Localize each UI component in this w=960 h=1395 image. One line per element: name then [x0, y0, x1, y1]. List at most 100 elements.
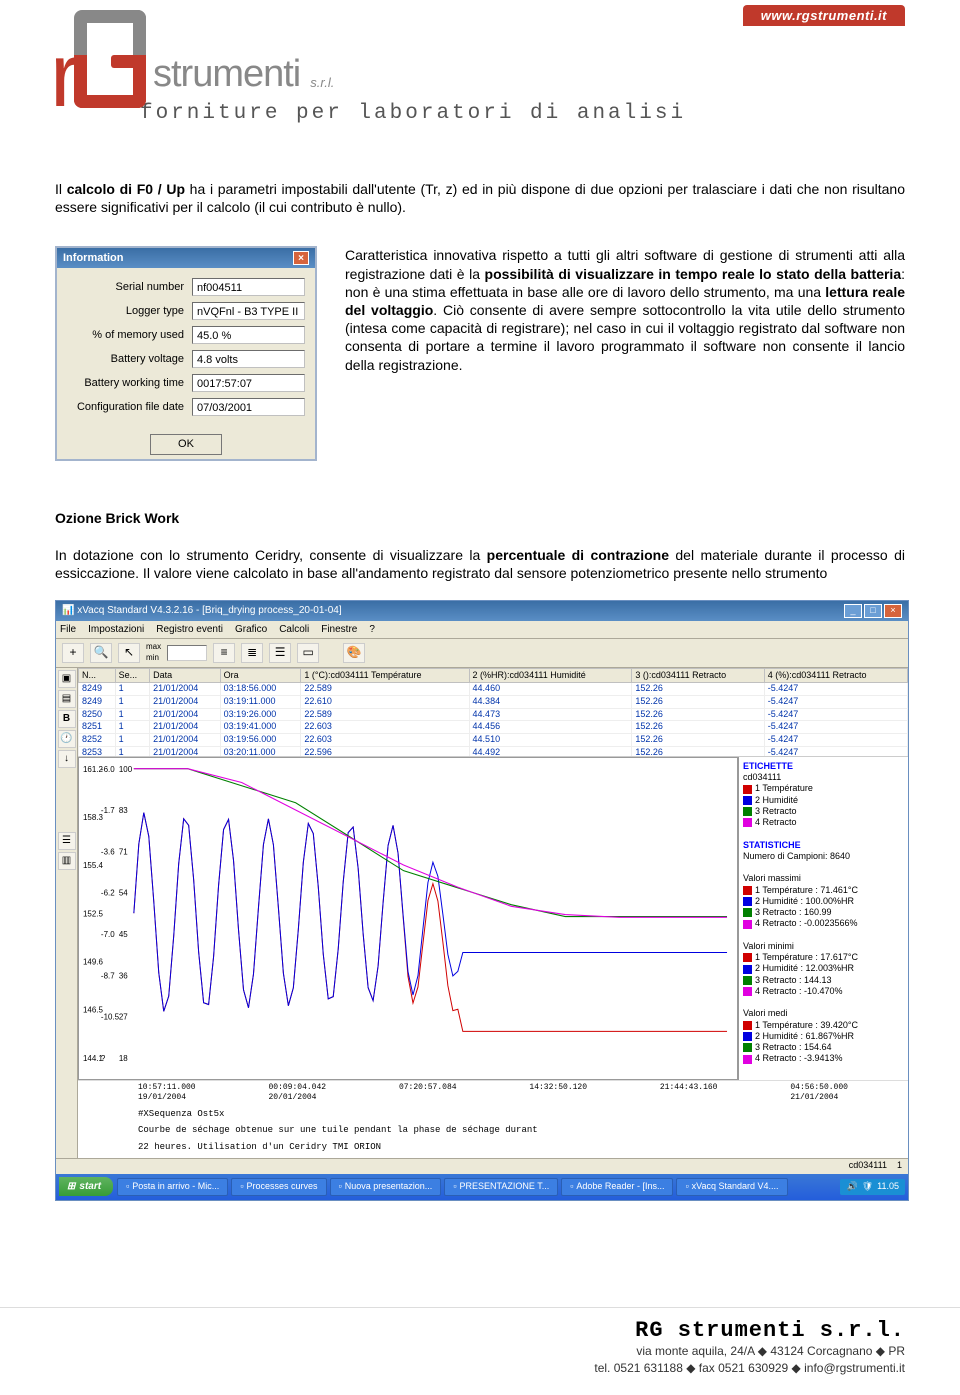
- table-row[interactable]: 8249121/01/200403:19:11.00022.61044.3841…: [79, 696, 908, 709]
- maximize-button[interactable]: □: [864, 604, 882, 618]
- zoom-icon[interactable]: 🔍: [90, 643, 112, 663]
- minimize-button[interactable]: _: [844, 604, 862, 618]
- data-grid[interactable]: N...Se...DataOra1 (°C):cd034111 Températ…: [78, 668, 908, 757]
- x-tick: 14:32:50.120: [529, 1083, 587, 1104]
- column-header[interactable]: 3 ():cd034111 Retracto: [632, 668, 764, 683]
- app-icon: ▫: [339, 1181, 342, 1193]
- brickwork-paragraph: In dotazione con lo strumento Ceridry, c…: [55, 546, 905, 582]
- align-right-icon[interactable]: ☰: [269, 643, 291, 663]
- min-input[interactable]: [167, 645, 207, 661]
- tool-b-icon[interactable]: ▤: [58, 690, 76, 708]
- x-seq-label: #XSequenza Ost5x: [78, 1108, 908, 1125]
- toolbar: + 🔍 ↖ max min ≡ ≣ ☰ ▭ 🎨: [56, 639, 908, 668]
- samples: Numero di Campioni: 8640: [743, 851, 904, 862]
- clock: 11.05: [877, 1181, 899, 1193]
- taskbar-item[interactable]: ▫Adobe Reader - [Ins...: [561, 1178, 673, 1196]
- dialog-field-label: Battery working time: [67, 376, 192, 390]
- start-button[interactable]: ⊞ start: [59, 1177, 113, 1196]
- align-left-icon[interactable]: ≡: [213, 643, 235, 663]
- app-title-text: 📊 xVacq Standard V4.3.2.16 - [Briq_dryin…: [62, 604, 342, 617]
- layout-icon[interactable]: ▭: [297, 643, 319, 663]
- stat-line: 3 Retracto : 154.64: [743, 1042, 904, 1053]
- dialog-titlebar: Information ×: [57, 248, 315, 268]
- svg-text:18: 18: [119, 1053, 128, 1062]
- svg-text:-10.5: -10.5: [101, 1012, 120, 1021]
- table-row[interactable]: 8250121/01/200403:19:26.00022.58944.4731…: [79, 708, 908, 721]
- dialog-field-value: 45.0 %: [192, 326, 305, 344]
- plus-icon[interactable]: +: [62, 643, 84, 663]
- tool-clock-icon[interactable]: 🕐: [58, 730, 76, 748]
- dialog-field-label: Serial number: [67, 280, 192, 294]
- column-header[interactable]: 4 (%):cd034111 Retracto: [764, 668, 907, 683]
- table-row[interactable]: 8252121/01/200403:19:56.00022.60344.5101…: [79, 734, 908, 747]
- side-panel: ETICHETTEcd0341111 Température 2 Humidité…: [738, 757, 908, 1080]
- cursor-icon[interactable]: ↖: [118, 643, 140, 663]
- palette-icon[interactable]: 🎨: [343, 643, 365, 663]
- svg-text:?: ?: [101, 1053, 106, 1062]
- app-titlebar: 📊 xVacq Standard V4.3.2.16 - [Briq_dryin…: [56, 601, 908, 621]
- app-icon: ▫: [240, 1181, 243, 1193]
- dialog-close-button[interactable]: ×: [293, 251, 309, 265]
- dialog-field-label: Logger type: [67, 304, 192, 318]
- svg-text:-8.7: -8.7: [101, 971, 115, 980]
- dialog-field-value: 0017:57:07: [192, 374, 305, 392]
- dialog-field-label: Battery voltage: [67, 352, 192, 366]
- dialog-field-value: 4.8 volts: [192, 350, 305, 368]
- column-header[interactable]: N...: [79, 668, 116, 683]
- system-tray[interactable]: 🔊 🛡 11.05: [840, 1179, 905, 1195]
- stat-block-title: Valori minimi: [743, 941, 904, 952]
- stat-line: 2 Humidité : 100.00%HR: [743, 896, 904, 907]
- dialog-field-value: 07/03/2001: [192, 398, 305, 416]
- x-axis-labels: 10:57:11.000 19/01/200400:09:04.042 20/0…: [78, 1080, 908, 1108]
- table-row[interactable]: 8251121/01/200403:19:41.00022.60344.4561…: [79, 721, 908, 734]
- tool-c-icon[interactable]: ▥: [58, 852, 76, 870]
- brand-suffix: s.r.l.: [310, 75, 334, 90]
- information-dialog: Information × Serial numbernf004511Logge…: [55, 246, 317, 461]
- dialog-ok-button[interactable]: OK: [150, 434, 222, 454]
- footer-company: RG strumenti s.r.l.: [0, 1318, 905, 1343]
- legend-item: 3 Retracto: [743, 806, 904, 817]
- stat-line: 2 Humidité : 61.867%HR: [743, 1031, 904, 1042]
- dialog-title: Information: [63, 251, 124, 265]
- dialog-field-value: nVQFnl - B3 TYPE II: [192, 302, 305, 320]
- tool-down-icon[interactable]: ↓: [58, 750, 76, 768]
- svg-text:-6.2: -6.2: [101, 888, 115, 897]
- app-icon: ▫: [126, 1181, 129, 1193]
- menu-item[interactable]: Calcoli: [279, 623, 309, 636]
- column-header[interactable]: 2 (%HR):cd034111 Humidité: [469, 668, 632, 683]
- table-row[interactable]: 8253121/01/200403:20:11.00022.59644.4921…: [79, 746, 908, 757]
- menu-item[interactable]: Grafico: [235, 623, 267, 636]
- side-id: cd034111: [743, 772, 904, 783]
- align-center-icon[interactable]: ≣: [241, 643, 263, 663]
- taskbar-item[interactable]: ▫Processes curves: [231, 1178, 326, 1196]
- column-header[interactable]: Data: [150, 668, 221, 683]
- taskbar-item[interactable]: ▫Posta in arrivo - Mic...: [117, 1178, 228, 1196]
- chart-area[interactable]: 161.2158.3155.4152.5149.6146.5144.1-6.0-…: [78, 757, 738, 1080]
- menu-item[interactable]: Impostazioni: [88, 623, 144, 636]
- taskbar-item[interactable]: ▫Nuova presentazion...: [330, 1178, 442, 1196]
- tool-stack-icon[interactable]: ☰: [58, 832, 76, 850]
- column-header[interactable]: Se...: [115, 668, 150, 683]
- column-header[interactable]: 1 (°C):cd034111 Température: [301, 668, 469, 683]
- tray-icon: 🔊: [846, 1181, 857, 1193]
- stat-line: 3 Retracto : 144.13: [743, 975, 904, 986]
- menu-item[interactable]: Finestre: [321, 623, 357, 636]
- stat-line: 1 Température : 17.617°C: [743, 952, 904, 963]
- tool-a-icon[interactable]: ▣: [58, 670, 76, 688]
- svg-text:152.5: 152.5: [83, 909, 103, 918]
- stat-line: 2 Humidité : 12.003%HR: [743, 963, 904, 974]
- close-button[interactable]: ×: [884, 604, 902, 618]
- etichette-label: ETICHETTE: [743, 761, 904, 772]
- tool-bold-icon[interactable]: B: [58, 710, 76, 728]
- taskbar-item[interactable]: ▫xVacq Standard V4....: [676, 1178, 787, 1196]
- x-tick: 21:44:43.160: [660, 1083, 718, 1104]
- taskbar-item[interactable]: ▫PRESENTAZIONE T...: [444, 1178, 558, 1196]
- table-row[interactable]: 8249121/01/200403:18:56.00022.58944.4601…: [79, 683, 908, 696]
- svg-text:45: 45: [119, 930, 128, 939]
- menu-item[interactable]: File: [60, 623, 76, 636]
- column-header[interactable]: Ora: [220, 668, 301, 683]
- legend-item: 1 Température: [743, 783, 904, 794]
- menu-item[interactable]: ?: [369, 623, 375, 636]
- status-n: 1: [897, 1160, 902, 1173]
- menu-item[interactable]: Registro eventi: [156, 623, 223, 636]
